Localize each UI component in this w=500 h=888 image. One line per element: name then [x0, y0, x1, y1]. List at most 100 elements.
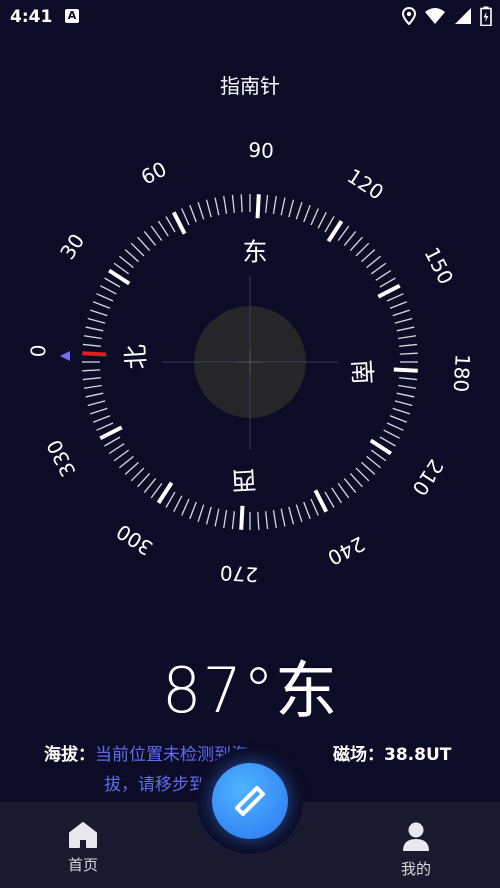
minor-tick — [392, 407, 410, 415]
minor-tick — [280, 508, 286, 527]
minor-tick — [96, 422, 114, 431]
minor-tick — [189, 204, 197, 223]
minor-tick — [370, 449, 387, 462]
major-tick — [393, 367, 418, 373]
minor-tick — [396, 326, 415, 332]
minor-tick — [394, 317, 413, 324]
minor-tick — [143, 231, 157, 246]
minor-tick — [265, 194, 269, 213]
minor-tick — [85, 326, 104, 332]
minor-tick — [310, 208, 319, 226]
compass-fab-button[interactable] — [212, 763, 288, 839]
minor-tick — [399, 377, 418, 381]
minor-tick — [130, 242, 145, 257]
minor-tick — [349, 236, 363, 251]
wifi-icon — [425, 8, 445, 24]
minor-tick — [197, 202, 205, 220]
minor-tick — [124, 461, 139, 475]
location-icon — [402, 7, 416, 25]
compass-diamond-icon — [235, 786, 265, 816]
altitude-value-line2: 拔，请移步到 — [104, 775, 206, 795]
minor-tick — [100, 285, 117, 295]
minor-tick — [366, 455, 381, 469]
minor-tick — [337, 482, 350, 499]
minor-tick — [389, 301, 408, 309]
minor-tick — [317, 212, 327, 229]
minor-tick — [349, 473, 363, 488]
minor-tick — [143, 478, 157, 493]
minor-tick — [265, 511, 269, 530]
minor-tick — [197, 504, 205, 522]
minor-tick — [113, 262, 130, 275]
fab-container — [197, 748, 303, 854]
minor-tick — [295, 504, 303, 522]
major-tick — [82, 351, 107, 357]
minor-tick — [85, 392, 104, 398]
cardinal-east: 东 — [242, 238, 267, 267]
minor-tick — [90, 309, 108, 317]
heading-readout: 87°东 — [162, 654, 338, 727]
minor-tick — [82, 369, 101, 372]
minor-tick — [87, 317, 106, 324]
accessibility-a-icon: A — [65, 9, 79, 23]
battery-icon — [480, 6, 492, 26]
minor-tick — [181, 208, 190, 226]
minor-tick — [223, 510, 228, 529]
minor-tick — [119, 255, 134, 269]
minor-tick — [223, 195, 228, 214]
minor-tick — [343, 231, 357, 246]
minor-tick — [337, 225, 350, 242]
minor-tick — [96, 293, 114, 302]
minor-tick — [343, 478, 357, 493]
minor-tick — [82, 377, 101, 381]
minor-tick — [104, 436, 121, 447]
minor-tick — [83, 384, 102, 389]
degree-label: 30 — [55, 229, 89, 263]
minor-tick — [240, 194, 243, 213]
minor-tick — [189, 501, 197, 520]
major-tick — [377, 283, 401, 299]
nav-home[interactable]: 首页 — [43, 822, 123, 875]
minor-tick — [379, 436, 396, 447]
minor-tick — [90, 407, 108, 415]
degree-label: 60 — [137, 157, 171, 190]
minor-tick — [398, 384, 417, 389]
magnetic-value: 38.8UT — [384, 745, 452, 765]
minor-tick — [396, 392, 415, 398]
minor-tick — [303, 501, 311, 520]
minor-tick — [205, 506, 212, 525]
minor-tick — [366, 255, 381, 269]
north-pointer-icon — [60, 351, 70, 361]
user-icon — [403, 822, 429, 851]
minor-tick — [181, 498, 190, 516]
minor-tick — [87, 400, 106, 407]
minor-tick — [165, 216, 176, 233]
minor-tick — [361, 249, 376, 263]
minor-tick — [303, 204, 311, 223]
minor-tick — [92, 301, 111, 309]
minor-tick — [214, 508, 220, 527]
major-tick — [239, 505, 245, 530]
compass-dial[interactable]: 0 30 60 90 120 150 180 210 240 270 300 330 东 南 西 北 — [0, 120, 500, 600]
nav-me[interactable]: 我的 — [376, 822, 456, 879]
page-title: 指南针 — [220, 74, 280, 98]
minor-tick — [137, 236, 151, 251]
minor-tick — [108, 443, 125, 455]
minor-tick — [392, 309, 410, 317]
cardinal-north: 北 — [121, 344, 151, 370]
minor-tick — [150, 225, 163, 242]
minor-tick — [173, 495, 183, 512]
minor-tick — [383, 429, 400, 439]
minor-tick — [137, 473, 151, 488]
major-tick — [171, 211, 187, 235]
status-time: 4:41 — [10, 7, 53, 27]
degree-label: 330 — [42, 436, 81, 481]
degree-label: 120 — [343, 164, 388, 205]
degree-label: 300 — [112, 519, 157, 560]
minor-tick — [92, 415, 111, 423]
minor-tick — [324, 491, 335, 508]
minor-tick — [104, 277, 121, 288]
degree-label: 210 — [407, 455, 448, 500]
minor-tick — [257, 511, 260, 530]
minor-tick — [231, 511, 235, 530]
